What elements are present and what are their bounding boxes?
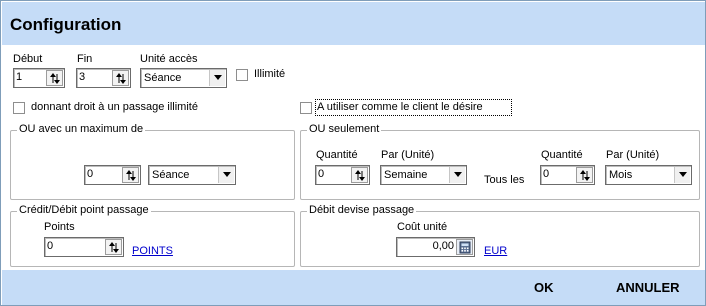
points-label: Points xyxy=(44,221,75,233)
maximum-input[interactable] xyxy=(87,168,117,180)
quantite2-spinner[interactable] xyxy=(540,165,595,185)
tous-les-label: Tous les xyxy=(484,174,525,186)
illimite-label: Illimité xyxy=(254,68,286,80)
maximum-unit-value: Séance xyxy=(152,169,190,181)
spin-arrows-icon xyxy=(50,73,60,84)
fin-label: Fin xyxy=(77,53,93,65)
quantite-spin-button[interactable] xyxy=(351,167,368,183)
fin-spin-button[interactable] xyxy=(112,70,129,86)
quantite2-label: Quantité xyxy=(541,149,583,161)
cout-unite-input[interactable] xyxy=(399,240,454,252)
cancel-button[interactable]: ANNULER xyxy=(616,280,680,295)
fin-spinner[interactable] xyxy=(76,68,131,88)
debut-spinner[interactable] xyxy=(13,68,65,88)
credit-group: Crédit/Débit point passage Points POINTS xyxy=(10,204,295,267)
passage-illimite-checkbox[interactable] xyxy=(13,102,25,114)
unite-dropdown-button[interactable] xyxy=(209,70,225,86)
maximum-spin-button[interactable] xyxy=(122,167,139,183)
chevron-down-icon xyxy=(223,172,231,177)
calculator-button[interactable] xyxy=(456,239,473,255)
footer-bar: OK ANNULER xyxy=(2,270,705,305)
par-unite2-label: Par (Unité) xyxy=(606,149,660,161)
maximum-spinner[interactable] xyxy=(84,165,141,185)
spin-arrows-icon xyxy=(126,170,136,181)
par-unite2-dropdown-button[interactable] xyxy=(674,167,690,183)
passage-illimite-label: donnant droit à un passage illimité xyxy=(31,101,198,113)
credit-legend: Crédit/Débit point passage xyxy=(17,204,151,216)
par-unite-dropdown-button[interactable] xyxy=(449,167,465,183)
fin-input[interactable] xyxy=(79,71,109,83)
chevron-down-icon xyxy=(454,172,462,177)
spin-arrows-icon xyxy=(580,170,590,181)
par-unite-label: Par (Unité) xyxy=(381,149,435,161)
illimite-checkbox[interactable] xyxy=(236,69,248,81)
dialog-title: Configuration xyxy=(10,15,122,34)
title-bar: Configuration xyxy=(2,2,705,45)
debut-spin-button[interactable] xyxy=(46,70,63,86)
par-unite-value: Semaine xyxy=(384,169,428,181)
debut-label: Début xyxy=(13,53,43,65)
spin-arrows-icon xyxy=(109,242,119,253)
points-spinner[interactable] xyxy=(44,237,124,257)
maximum-unit-select[interactable]: Séance xyxy=(148,165,236,185)
utiliser-client-checkbox[interactable] xyxy=(300,102,312,114)
points-link[interactable]: POINTS xyxy=(132,245,173,257)
par-unite2-select[interactable]: Mois xyxy=(605,165,692,185)
par-unite-select[interactable]: Semaine xyxy=(380,165,467,185)
spin-arrows-icon xyxy=(355,170,365,181)
seulement-legend: OU seulement xyxy=(307,123,382,135)
debut-input[interactable] xyxy=(16,71,44,83)
quantite-input[interactable] xyxy=(318,168,348,180)
ok-button[interactable]: OK xyxy=(534,280,554,295)
quantite-spinner[interactable] xyxy=(315,165,370,185)
unite-acces-label: Unité accès xyxy=(140,53,198,65)
maximum-legend: OU avec un maximum de xyxy=(17,123,146,135)
calculator-icon xyxy=(459,241,471,254)
cout-unite-label: Coût unité xyxy=(397,221,448,233)
unite-acces-value: Séance xyxy=(144,72,182,84)
seulement-group: OU seulement Quantité Par (Unité) Semain… xyxy=(300,123,700,200)
devise-group: Débit devise passage Coût unité EUR xyxy=(300,204,700,267)
par-unite2-value: Mois xyxy=(609,169,633,181)
devise-legend: Débit devise passage xyxy=(307,204,417,216)
quantite-label: Quantité xyxy=(316,149,358,161)
utiliser-client-label: A utiliser comme le client le désire xyxy=(317,101,483,113)
currency-link[interactable]: EUR xyxy=(484,245,507,257)
spin-arrows-icon xyxy=(116,73,126,84)
chevron-down-icon xyxy=(679,172,687,177)
unite-acces-select[interactable]: Séance xyxy=(140,68,227,88)
maximum-unit-dropdown-button[interactable] xyxy=(218,167,234,183)
maximum-group: OU avec un maximum de Séance xyxy=(10,123,295,200)
quantite2-spin-button[interactable] xyxy=(576,167,593,183)
chevron-down-icon xyxy=(214,75,222,80)
configuration-dialog: Configuration Début Fin Unité accès Séan… xyxy=(0,0,706,306)
cout-unite-field[interactable] xyxy=(396,237,475,257)
points-spin-button[interactable] xyxy=(105,239,122,255)
quantite2-input[interactable] xyxy=(543,168,573,180)
points-input[interactable] xyxy=(47,240,102,252)
